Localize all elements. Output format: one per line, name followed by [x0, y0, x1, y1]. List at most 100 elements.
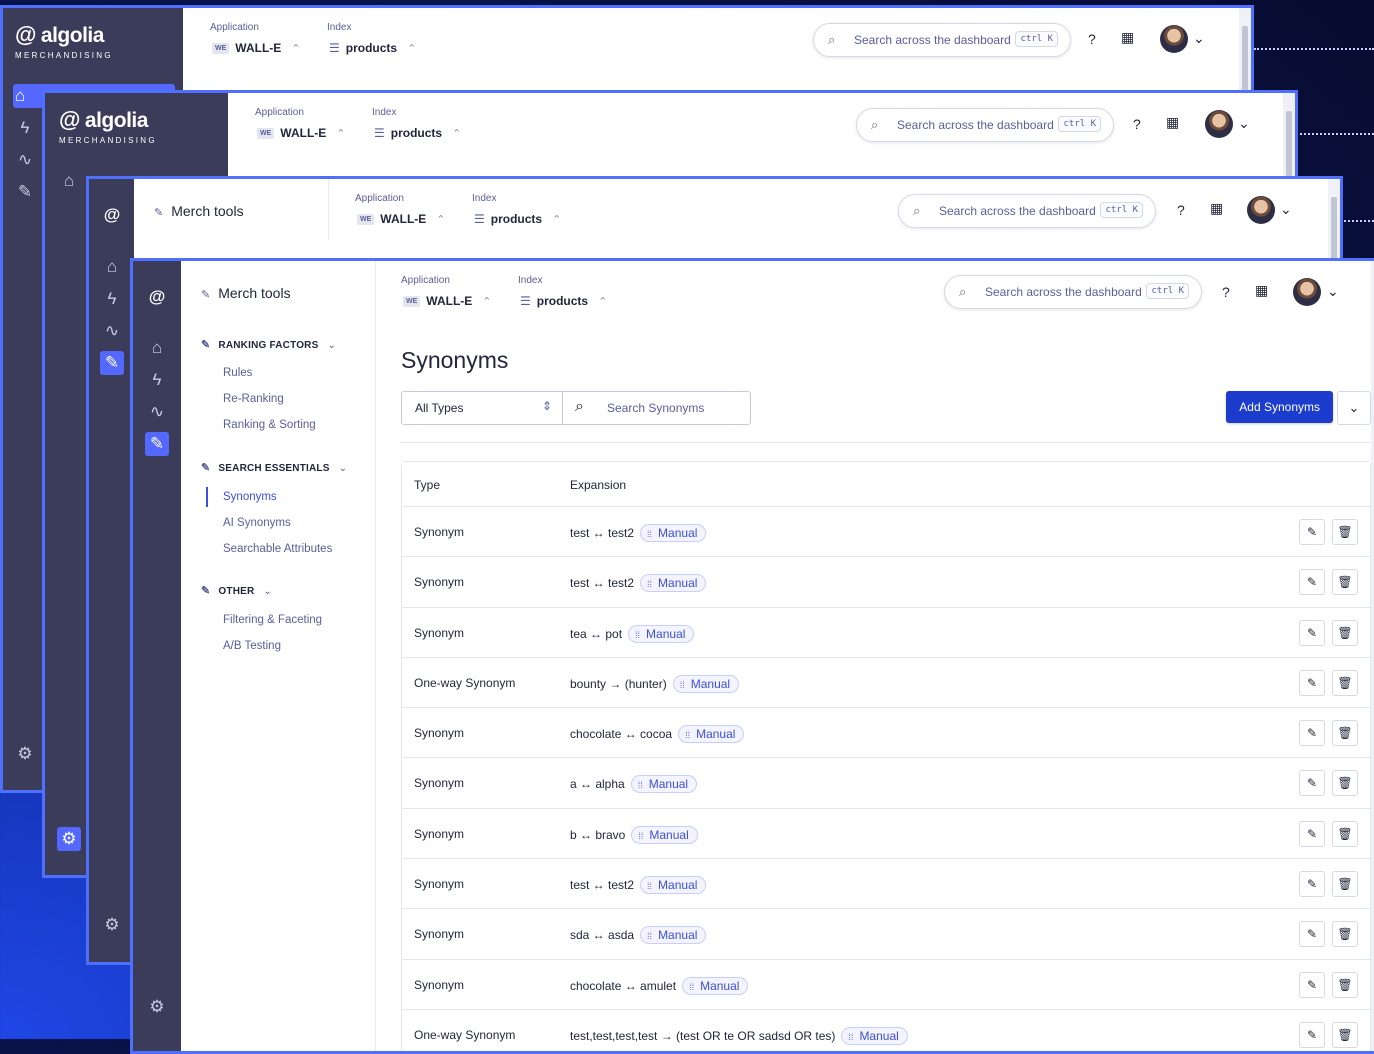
- wrench-icon[interactable]: ✎: [145, 432, 169, 456]
- edit-icon[interactable]: ✎: [1299, 669, 1325, 696]
- index-selector[interactable]: ☰ products ⌃: [520, 294, 607, 308]
- sliders-icon: ⁞⁞: [689, 981, 695, 992]
- section-ranking-factors[interactable]: ✎ RANKING FACTORS ⌄: [201, 338, 336, 351]
- gear-icon[interactable]: ⚙: [145, 995, 169, 1019]
- submenu-item-filtering-faceting[interactable]: Filtering & Faceting: [223, 614, 322, 626]
- chevron-down-icon[interactable]: ⌄: [1327, 283, 1339, 300]
- table-row: Synonym b ↔ bravo ⁞⁞ Manual ✎ 🗑: [402, 807, 1370, 858]
- help-icon[interactable]: ?: [1177, 202, 1185, 218]
- submenu-item-ai-synonyms[interactable]: AI Synonyms: [223, 517, 291, 529]
- trash-icon[interactable]: 🗑: [1332, 1021, 1358, 1048]
- apps-grid-icon[interactable]: ▦: [1210, 200, 1223, 217]
- edit-icon[interactable]: ✎: [1299, 820, 1325, 847]
- icon-rail: @ ⌂ ϟ ∿ ✎ ⚙: [89, 179, 134, 962]
- dashboard-search[interactable]: ⌕ Search across the dashboard ctrl K: [813, 23, 1071, 57]
- apps-grid-icon[interactable]: ▦: [1255, 282, 1268, 299]
- edit-icon[interactable]: ✎: [1299, 519, 1325, 545]
- edit-icon[interactable]: ✎: [1299, 619, 1325, 646]
- help-icon[interactable]: ?: [1222, 284, 1230, 300]
- table-row: Synonym a ↔ alpha ⁞⁞ Manual ✎ 🗑: [402, 757, 1370, 807]
- index-label: Index: [327, 22, 352, 33]
- expansion-text: a ↔ alpha: [570, 777, 625, 792]
- edit-icon[interactable]: ✎: [1299, 871, 1325, 898]
- edit-icon[interactable]: ✎: [1299, 569, 1325, 596]
- home-icon[interactable]: ⌂: [145, 336, 169, 360]
- bolt-icon[interactable]: ϟ: [100, 287, 124, 311]
- edit-icon[interactable]: ✎: [1299, 921, 1325, 948]
- avatar[interactable]: [1247, 196, 1275, 224]
- application-selector[interactable]: WE WALL-E ⌃: [403, 294, 492, 308]
- trash-icon[interactable]: 🗑: [1332, 669, 1358, 696]
- chevron-down-icon[interactable]: ⌄: [1280, 201, 1292, 218]
- home-icon[interactable]: ⌂: [57, 169, 81, 193]
- bolt-icon[interactable]: ϟ: [145, 368, 169, 392]
- edit-icon[interactable]: ✎: [1299, 770, 1325, 797]
- chevron-down-icon[interactable]: ⌄: [1238, 115, 1250, 132]
- table-row: One-way Synonym test,test,test,test → (te…: [402, 1008, 1370, 1051]
- synonym-expansion: test,test,test,test → (test OR te OR sad…: [570, 1026, 908, 1045]
- trash-icon[interactable]: 🗑: [1332, 569, 1358, 596]
- wrench-icon: ✎: [201, 289, 211, 301]
- algolia-mark-icon: @: [148, 287, 166, 306]
- page-title: Synonyms: [401, 347, 509, 373]
- trash-icon[interactable]: 🗑: [1332, 619, 1358, 646]
- trash-icon[interactable]: 🗑: [1332, 770, 1358, 797]
- avatar[interactable]: [1205, 110, 1233, 138]
- help-icon[interactable]: ?: [1133, 116, 1141, 132]
- edit-icon[interactable]: ✎: [1299, 720, 1325, 747]
- application-selector[interactable]: WE WALL-E ⌃: [212, 41, 301, 55]
- avatar[interactable]: [1160, 25, 1188, 53]
- submenu-item-ab-testing[interactable]: A/B Testing: [223, 640, 281, 652]
- wrench-icon[interactable]: ✎: [100, 351, 124, 375]
- submenu-item-ranking-sorting[interactable]: Ranking & Sorting: [223, 419, 316, 431]
- more-actions-button[interactable]: ⌄: [1337, 391, 1371, 425]
- gear-icon[interactable]: ⚙: [57, 827, 81, 851]
- synonym-search-input[interactable]: ⌕ Search Synonyms: [563, 392, 750, 424]
- gear-icon[interactable]: ⚙: [100, 913, 124, 937]
- trash-icon[interactable]: 🗑: [1332, 921, 1358, 948]
- wrench-icon: ✎: [154, 207, 164, 219]
- index-selector[interactable]: ☰ products ⌃: [474, 212, 561, 226]
- type-select[interactable]: All Types ⇕: [402, 392, 563, 424]
- avatar[interactable]: [1293, 278, 1321, 306]
- submenu-item-re-ranking[interactable]: Re-Ranking: [223, 393, 284, 405]
- bolt-icon[interactable]: ϟ: [13, 116, 37, 140]
- submenu-item-synonyms[interactable]: Synonyms: [223, 491, 277, 503]
- gear-icon[interactable]: ⚙: [13, 742, 37, 766]
- synonym-type: Synonym: [414, 826, 465, 841]
- trash-icon[interactable]: 🗑: [1332, 519, 1358, 545]
- wrench-icon[interactable]: ✎: [13, 180, 37, 204]
- submenu-item-rules[interactable]: Rules: [223, 367, 252, 379]
- help-icon[interactable]: ?: [1088, 31, 1096, 47]
- pulse-icon[interactable]: ∿: [145, 400, 169, 424]
- edit-icon[interactable]: ✎: [1299, 1021, 1325, 1048]
- submenu-item-searchable-attributes[interactable]: Searchable Attributes: [223, 543, 332, 555]
- section-other[interactable]: ✎ OTHER ⌄: [201, 584, 272, 597]
- index-selector[interactable]: ☰ products ⌃: [374, 126, 461, 140]
- edit-icon[interactable]: ✎: [1299, 971, 1325, 998]
- trash-icon[interactable]: 🗑: [1332, 820, 1358, 847]
- dashboard-search[interactable]: ⌕ Search across the dashboard ctrl K: [944, 275, 1202, 309]
- apps-grid-icon[interactable]: ▦: [1121, 29, 1134, 46]
- pulse-icon[interactable]: ∿: [100, 319, 124, 343]
- section-search-essentials[interactable]: ✎ SEARCH ESSENTIALS ⌄: [201, 461, 347, 474]
- apps-grid-icon[interactable]: ▦: [1166, 114, 1179, 131]
- synonym-expansion: bounty → (hunter) ⁞⁞ Manual: [570, 674, 740, 693]
- dashboard-search[interactable]: ⌕ Search across the dashboard ctrl K: [856, 108, 1114, 142]
- synonym-expansion: chocolate ↔ cocoa ⁞⁞ Manual: [570, 725, 745, 744]
- trash-icon[interactable]: 🗑: [1332, 720, 1358, 747]
- synonym-expansion: chocolate ↔ amulet ⁞⁞ Manual: [570, 976, 749, 995]
- trash-icon[interactable]: 🗑: [1332, 971, 1358, 998]
- application-selector[interactable]: WE WALL-E ⌃: [257, 126, 346, 140]
- pulse-icon[interactable]: ∿: [13, 148, 37, 172]
- table-row: Synonym test ↔ test2 ⁞⁞ Manual ✎ 🗑: [402, 556, 1370, 606]
- dashboard-search[interactable]: ⌕ Search across the dashboard ctrl K: [898, 194, 1156, 228]
- add-synonyms-button[interactable]: Add Synonyms: [1226, 391, 1333, 423]
- chevron-down-icon[interactable]: ⌄: [1193, 30, 1205, 47]
- index-selector[interactable]: ☰ products ⌃: [329, 41, 416, 55]
- decor-dots: [1340, 220, 1374, 222]
- trash-icon[interactable]: 🗑: [1332, 871, 1358, 898]
- divider: [401, 442, 1371, 443]
- application-selector[interactable]: WE WALL-E ⌃: [357, 212, 446, 226]
- home-icon[interactable]: ⌂: [100, 255, 124, 279]
